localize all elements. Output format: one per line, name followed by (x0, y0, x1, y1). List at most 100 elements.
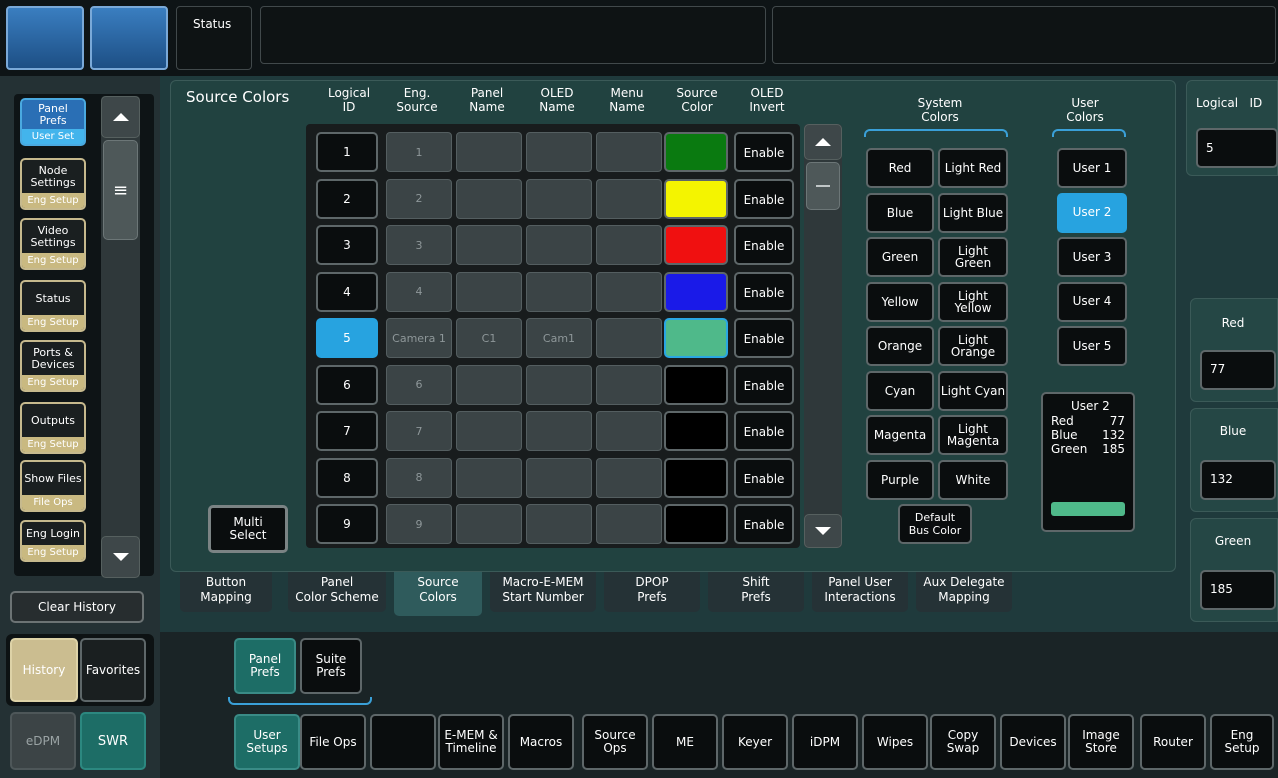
oled-cell[interactable] (526, 411, 592, 451)
system-color-button[interactable]: Light Green (938, 237, 1008, 277)
logical-id-cell[interactable]: 4 (316, 271, 378, 312)
tab-panel-user-interactions[interactable]: Panel User Interactions (812, 572, 908, 612)
logical-id-cell[interactable]: 3 (316, 225, 378, 265)
eng-cell[interactable]: 8 (386, 457, 452, 498)
red-field[interactable]: 77 (1200, 350, 1276, 390)
bottom-button-keyer[interactable]: Keyer (722, 714, 788, 770)
system-color-button[interactable]: Orange (866, 326, 934, 366)
tab-macro-e-mem-start-number[interactable]: Macro-E-MEM Start Number (490, 572, 596, 612)
system-color-button[interactable]: Magenta (866, 415, 934, 455)
logical-id-cell[interactable]: 5 (316, 318, 378, 358)
oled-invert-button[interactable]: Enable (734, 411, 794, 451)
oled-invert-button[interactable]: Enable (734, 271, 794, 312)
bottom-button-image-store[interactable]: Image Store (1068, 714, 1134, 770)
clear-history-button[interactable]: Clear History (10, 591, 144, 623)
system-color-button[interactable]: Light Magenta (938, 415, 1008, 455)
source-color-swatch[interactable] (664, 504, 728, 544)
sidebar-item-outputs[interactable]: Outputs Eng Setup (20, 402, 86, 454)
subtab-suite-prefs[interactable]: Suite Prefs (300, 638, 362, 694)
panel-cell[interactable] (456, 364, 522, 405)
bottom-button-wipes[interactable]: Wipes (862, 714, 928, 770)
grid-scroll-up-button[interactable] (804, 124, 842, 160)
tab-button-mapping[interactable]: Button Mapping (180, 572, 272, 612)
eng-cell[interactable]: 3 (386, 225, 452, 265)
oled-cell[interactable] (526, 178, 592, 219)
top-slot-2[interactable] (90, 6, 168, 70)
logical-id-cell[interactable]: 8 (316, 457, 378, 498)
system-color-button[interactable]: White (938, 459, 1008, 500)
tab-dpop-prefs[interactable]: DPOP Prefs (604, 572, 700, 612)
sidebar-item-node-settings[interactable]: Node Settings Eng Setup (20, 158, 86, 210)
source-color-swatch[interactable] (664, 271, 728, 312)
sidebar-item-panel-prefs[interactable]: Panel Prefs User Set (20, 98, 86, 146)
subtab-panel-prefs[interactable]: Panel Prefs (234, 638, 296, 694)
sidebar-item-status[interactable]: Status Eng Setup (20, 280, 86, 332)
sidebar-item-eng-login[interactable]: Eng Login Eng Setup (20, 520, 86, 562)
system-color-button[interactable]: Light Yellow (938, 281, 1008, 322)
oled-invert-button[interactable]: Enable (734, 457, 794, 498)
system-color-button[interactable]: Cyan (866, 370, 934, 411)
tab-panel-color-scheme[interactable]: Panel Color Scheme (288, 572, 386, 612)
menu-cell[interactable] (596, 178, 662, 219)
tab-shift-prefs[interactable]: Shift Prefs (708, 572, 804, 612)
edpm-button[interactable]: eDPM (10, 712, 76, 770)
system-color-button[interactable]: Light Red (938, 148, 1008, 188)
bottom-button-file-ops[interactable]: File Ops (300, 714, 366, 770)
source-color-swatch[interactable] (664, 318, 728, 358)
logical-id-cell[interactable]: 7 (316, 411, 378, 451)
user-color-button[interactable]: User 1 (1057, 148, 1127, 188)
oled-invert-button[interactable]: Enable (734, 504, 794, 544)
logical-id-field[interactable]: 5 (1196, 128, 1278, 168)
tab-aux-delegate-mapping[interactable]: Aux Delegate Mapping (916, 572, 1012, 612)
oled-cell[interactable] (526, 364, 592, 405)
bottom-button-e-mem-timeline[interactable]: E-MEM & Timeline (438, 714, 504, 770)
scroll-up-button[interactable] (101, 96, 140, 138)
sidebar-item-video-settings[interactable]: Video Settings Eng Setup (20, 218, 86, 270)
panel-cell[interactable] (456, 178, 522, 219)
bottom-button-me[interactable]: ME (652, 714, 718, 770)
source-color-swatch[interactable] (664, 178, 728, 219)
user-color-button[interactable]: User 5 (1057, 326, 1127, 366)
favorites-button[interactable]: Favorites (80, 638, 146, 702)
eng-cell[interactable]: 9 (386, 504, 452, 544)
bottom-button-source-ops[interactable]: Source Ops (582, 714, 648, 770)
oled-invert-button[interactable]: Enable (734, 178, 794, 219)
bottom-button-devices[interactable]: Devices (1000, 714, 1066, 770)
scroll-thumb[interactable]: ≡ (103, 140, 138, 240)
oled-cell[interactable] (526, 271, 592, 312)
source-color-swatch[interactable] (664, 411, 728, 451)
menu-cell[interactable] (596, 132, 662, 172)
eng-cell[interactable]: 7 (386, 411, 452, 451)
eng-cell[interactable]: 6 (386, 364, 452, 405)
user-color-button[interactable]: User 3 (1057, 237, 1127, 277)
menu-cell[interactable] (596, 271, 662, 312)
panel-cell[interactable] (456, 504, 522, 544)
source-color-swatch[interactable] (664, 364, 728, 405)
bottom-button-blank[interactable] (370, 714, 436, 770)
sidebar-item-ports-devices[interactable]: Ports & Devices Eng Setup (20, 340, 86, 392)
eng-cell[interactable]: 1 (386, 132, 452, 172)
sidebar-item-show-files[interactable]: Show Files File Ops (20, 460, 86, 512)
scroll-down-button[interactable] (101, 536, 140, 578)
source-color-swatch[interactable] (664, 132, 728, 172)
status-tab[interactable]: Status (176, 6, 252, 70)
bottom-button-router[interactable]: Router (1140, 714, 1206, 770)
panel-cell[interactable]: C1 (456, 318, 522, 358)
bottom-button-idpm[interactable]: iDPM (792, 714, 858, 770)
multi-select-button[interactable]: Multi Select (208, 505, 288, 553)
default-bus-color-button[interactable]: Default Bus Color (898, 504, 972, 544)
logical-id-cell[interactable]: 1 (316, 132, 378, 172)
logical-id-cell[interactable]: 6 (316, 364, 378, 405)
logical-id-cell[interactable]: 2 (316, 178, 378, 219)
bottom-button-macros[interactable]: Macros (508, 714, 574, 770)
menu-cell[interactable] (596, 457, 662, 498)
menu-cell[interactable] (596, 318, 662, 358)
menu-cell[interactable] (596, 225, 662, 265)
panel-cell[interactable] (456, 132, 522, 172)
oled-invert-button[interactable]: Enable (734, 225, 794, 265)
system-color-button[interactable]: Light Orange (938, 326, 1008, 366)
system-color-button[interactable]: Yellow (866, 281, 934, 322)
grid-scroll-thumb[interactable] (806, 162, 840, 210)
bottom-button-eng-setup[interactable]: Eng Setup (1210, 714, 1274, 770)
top-slot-1[interactable] (6, 6, 84, 70)
